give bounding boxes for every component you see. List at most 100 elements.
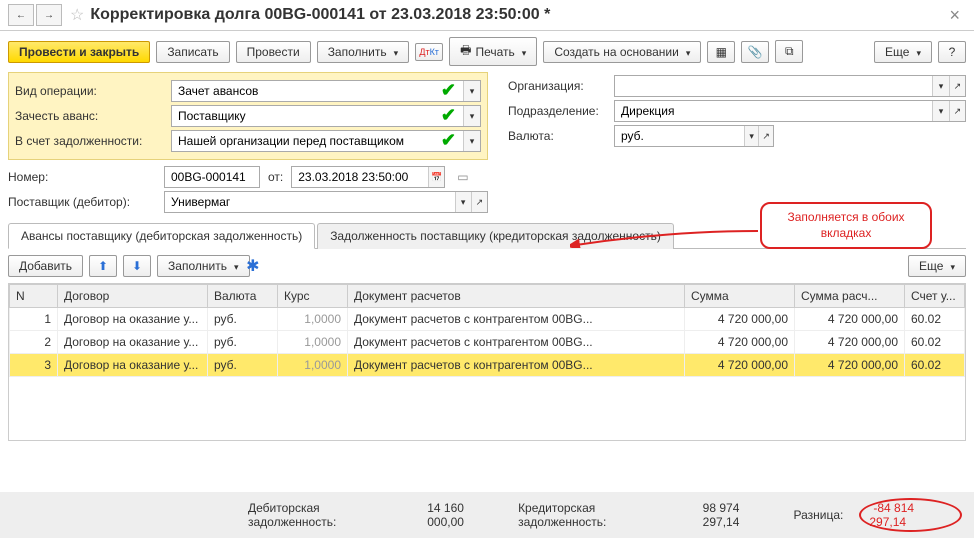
dropdown-icon[interactable]: ▾ xyxy=(463,81,480,101)
print-label: Печать xyxy=(475,45,514,59)
arrow-down-icon: ⬇ xyxy=(132,259,142,273)
op-type-select[interactable]: ✔ ▾ xyxy=(171,80,481,102)
clip-icon: 📎 xyxy=(748,45,763,59)
cell-doc: Документ расчетов с контрагентом 00BG... xyxy=(348,308,685,331)
favorite-star-icon[interactable]: ☆ xyxy=(70,5,84,25)
cell-n: 1 xyxy=(10,308,58,331)
debit-value: 14 160 000,00 xyxy=(427,501,502,529)
move-up-button[interactable]: ⬆ xyxy=(89,255,117,277)
hint-star-icon: ✱ xyxy=(246,256,259,276)
number-label: Номер: xyxy=(8,170,158,184)
cell-currency: руб. xyxy=(208,331,278,354)
dropdown-icon[interactable]: ▾ xyxy=(455,192,471,212)
open-icon[interactable]: ↗ xyxy=(949,101,965,121)
table-scroll[interactable]: N Договор Валюта Курс Документ расчетов … xyxy=(8,283,966,441)
supplier-field[interactable]: ▾ ↗ xyxy=(164,191,488,213)
number-input[interactable] xyxy=(165,168,259,186)
cell-rate: 1,0000 xyxy=(278,308,348,331)
table-row[interactable]: 1Договор на оказание у...руб.1,0000Докум… xyxy=(10,308,965,331)
attach-button[interactable]: 📎 xyxy=(741,41,769,63)
debit-label: Дебиторская задолженность: xyxy=(248,501,407,529)
diff-highlight: -84 814 297,14 xyxy=(859,498,962,532)
tab-advances[interactable]: Авансы поставщику (дебиторская задолженн… xyxy=(8,223,315,249)
cell-doc: Документ расчетов с контрагентом 00BG... xyxy=(348,331,685,354)
cell-sum2: 4 720 000,00 xyxy=(795,331,905,354)
copy-icon: ⧉ xyxy=(785,44,794,59)
col-contract[interactable]: Договор xyxy=(58,285,208,308)
tab-fill-button[interactable]: Заполнить ✱ xyxy=(157,255,249,277)
dropdown-icon[interactable]: ▾ xyxy=(932,76,948,96)
save-button[interactable]: Записать xyxy=(156,41,229,63)
more-button[interactable]: Еще xyxy=(874,41,932,63)
against-select[interactable]: ✔ ▾ xyxy=(171,130,481,152)
dept-field[interactable]: ▾ ↗ xyxy=(614,100,966,122)
date-field[interactable]: 📅 xyxy=(291,166,445,188)
cell-n: 2 xyxy=(10,331,58,354)
help-button[interactable]: ? xyxy=(938,41,966,63)
cell-n: 3 xyxy=(10,354,58,377)
advance-select[interactable]: ✔ ▾ xyxy=(171,105,481,127)
advance-label: Зачесть аванс: xyxy=(15,109,165,123)
diff-value: -84 814 297,14 xyxy=(869,501,914,529)
currency-input[interactable] xyxy=(615,127,744,145)
copy-button[interactable]: ⧉ xyxy=(775,40,803,63)
post-button[interactable]: Провести xyxy=(236,41,311,63)
dropdown-icon[interactable]: ▾ xyxy=(932,101,948,121)
caret-icon xyxy=(683,45,691,59)
summary-footer: Дебиторская задолженность: 14 160 000,00… xyxy=(0,492,974,538)
org-input[interactable] xyxy=(615,77,932,95)
dtkt-button[interactable]: ДтКт xyxy=(415,43,443,61)
col-rate[interactable]: Курс xyxy=(278,285,348,308)
cell-currency: руб. xyxy=(208,354,278,377)
close-button[interactable]: × xyxy=(943,5,966,26)
mode-icon[interactable]: ▭ xyxy=(457,170,468,184)
currency-field[interactable]: ▾ ↗ xyxy=(614,125,774,147)
struct-button[interactable]: ▦ xyxy=(707,41,735,63)
cell-acc: 60.02 xyxy=(905,331,965,354)
table-row[interactable]: 2Договор на оказание у...руб.1,0000Докум… xyxy=(10,331,965,354)
create-based-button[interactable]: Создать на основании xyxy=(543,41,701,63)
open-icon[interactable]: ↗ xyxy=(949,76,965,96)
move-down-button[interactable]: ⬇ xyxy=(123,255,151,277)
nav-back-button[interactable]: ← xyxy=(8,4,34,26)
col-doc[interactable]: Документ расчетов xyxy=(348,285,685,308)
print-button[interactable]: 🖶Печать xyxy=(449,37,537,66)
table-row[interactable]: 3Договор на оказание у...руб.1,0000Докум… xyxy=(10,354,965,377)
tab-more-button[interactable]: Еще xyxy=(908,255,966,277)
cell-doc: Документ расчетов с контрагентом 00BG... xyxy=(348,354,685,377)
dropdown-icon[interactable]: ▾ xyxy=(463,106,480,126)
supplier-input[interactable] xyxy=(165,193,455,211)
from-label: от: xyxy=(268,170,283,184)
calendar-icon[interactable]: 📅 xyxy=(428,167,444,187)
create-based-label: Создать на основании xyxy=(554,45,679,59)
date-input[interactable] xyxy=(292,168,428,186)
struct-icon: ▦ xyxy=(716,45,727,59)
against-input[interactable] xyxy=(172,132,463,150)
add-row-button[interactable]: Добавить xyxy=(8,255,83,277)
nav-forward-button[interactable]: → xyxy=(36,4,62,26)
fill-button[interactable]: Заполнить xyxy=(317,41,409,63)
dept-input[interactable] xyxy=(615,102,932,120)
post-close-button[interactable]: Провести и закрыть xyxy=(8,41,150,63)
caret-icon xyxy=(913,45,921,59)
op-type-input[interactable] xyxy=(172,82,463,100)
advance-input[interactable] xyxy=(172,107,463,125)
main-toolbar: Провести и закрыть Записать Провести Зап… xyxy=(0,31,974,72)
col-sum2[interactable]: Сумма расч... xyxy=(795,285,905,308)
caret-icon xyxy=(519,45,527,59)
tab-fill-label: Заполнить xyxy=(168,259,227,273)
open-icon[interactable]: ↗ xyxy=(471,192,487,212)
dropdown-icon[interactable]: ▾ xyxy=(744,126,759,146)
dropdown-icon[interactable]: ▾ xyxy=(463,131,480,151)
col-currency[interactable]: Валюта xyxy=(208,285,278,308)
col-acc[interactable]: Счет у... xyxy=(905,285,965,308)
titlebar: ← → ☆ Корректировка долга 00BG-000141 от… xyxy=(0,0,974,31)
number-field[interactable] xyxy=(164,166,260,188)
caret-icon xyxy=(947,259,955,273)
col-n[interactable]: N xyxy=(10,285,58,308)
open-icon[interactable]: ↗ xyxy=(758,126,773,146)
caret-icon xyxy=(231,259,239,273)
org-field[interactable]: ▾ ↗ xyxy=(614,75,966,97)
tab-toolbar: Добавить ⬆ ⬇ Заполнить ✱ Еще xyxy=(8,249,966,283)
col-sum[interactable]: Сумма xyxy=(685,285,795,308)
